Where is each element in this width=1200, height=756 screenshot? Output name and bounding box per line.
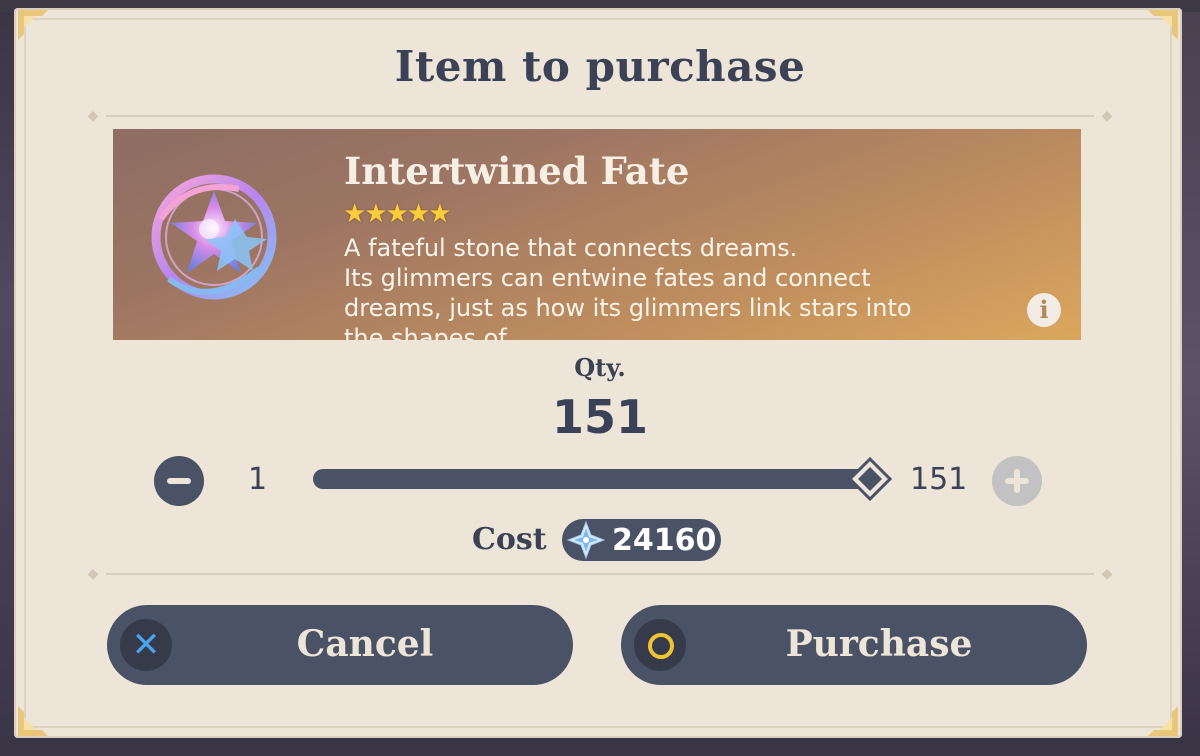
circle-icon	[634, 619, 686, 671]
dialog-title: Item to purchase	[394, 42, 806, 91]
description-line: dreams, just as how its glimmers link st…	[344, 294, 912, 322]
divider-top: ◆ ◆	[87, 108, 1113, 124]
intertwined-fate-icon	[149, 159, 279, 309]
background-bottom	[0, 736, 1200, 756]
purchase-button-label: Purchase	[785, 623, 973, 665]
divider-bottom: ◆ ◆	[87, 566, 1113, 582]
quantity-value: 151	[551, 390, 649, 444]
quantity-label: Qty.	[574, 353, 626, 382]
x-icon: ✕	[120, 619, 172, 671]
item-name: Intertwined Fate	[344, 149, 690, 193]
item-card: Intertwined Fate ★★★★★ A fateful stone t…	[113, 129, 1081, 340]
cancel-button[interactable]: ✕ Cancel	[107, 605, 573, 685]
slider-max-label: 151	[910, 462, 968, 497]
purchase-button[interactable]: Purchase	[621, 605, 1087, 685]
corner-ornament-icon	[1146, 8, 1180, 42]
cost-display: 24160	[562, 519, 721, 561]
rarity-stars: ★★★★★	[343, 199, 452, 229]
quantity-slider[interactable]	[313, 469, 869, 489]
slider-fill	[313, 469, 869, 489]
cost-label: Cost	[472, 522, 547, 557]
cancel-button-label: Cancel	[296, 623, 434, 665]
slider-thumb[interactable]	[847, 456, 893, 502]
description-line: A fateful stone that connects dreams.	[344, 234, 798, 262]
decrease-quantity-button[interactable]	[154, 456, 204, 506]
corner-ornament-icon	[16, 704, 50, 738]
increase-quantity-button[interactable]	[992, 456, 1042, 506]
description-line: Its glimmers can entwine fates and conne…	[344, 264, 871, 292]
minus-icon	[167, 478, 191, 484]
info-icon[interactable]: i	[1027, 293, 1061, 327]
corner-ornament-icon	[1146, 704, 1180, 738]
description-line: the shapes of ...	[344, 324, 538, 340]
slider-min-label: 1	[248, 462, 268, 497]
cost-value: 24160	[612, 523, 717, 558]
primogem-icon	[566, 520, 606, 560]
item-description: A fateful stone that connects dreams. It…	[344, 233, 1044, 340]
corner-ornament-icon	[16, 8, 50, 42]
